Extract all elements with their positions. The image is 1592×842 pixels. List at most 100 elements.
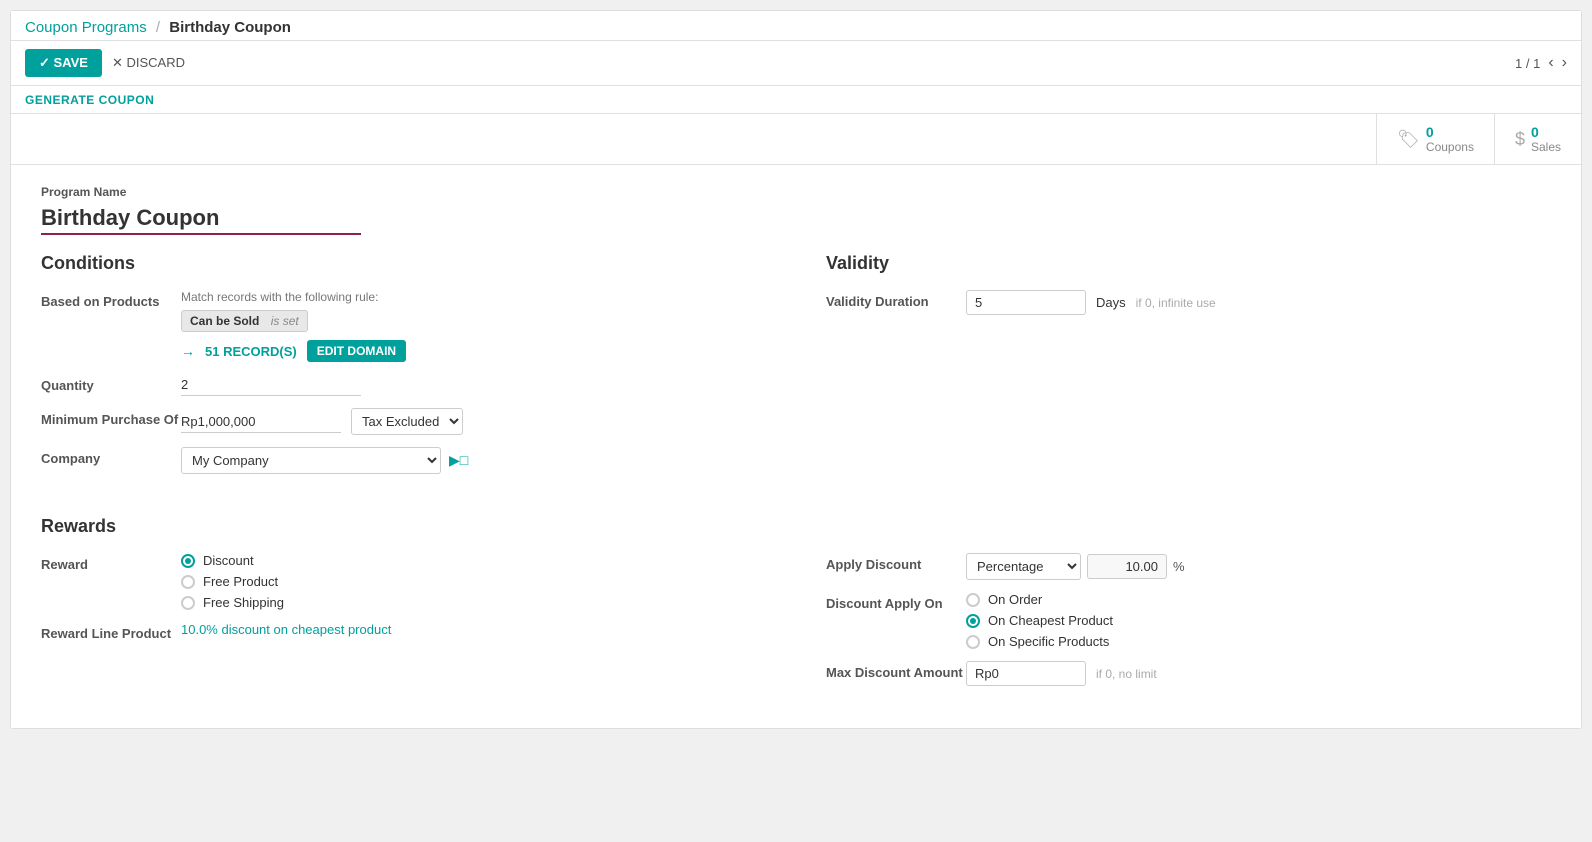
conditions-validity-layout: Conditions Based on Products Match recor… [41,253,1551,486]
sales-count: 0 [1531,124,1561,140]
discount-label-on-order: On Order [988,592,1042,607]
apply-discount-label: Apply Discount [826,553,966,572]
apply-discount-inputs: Percentage Fixed Amount % [966,553,1551,580]
validity-unit: Days [1096,295,1126,310]
action-bar-left: SAVE DISCARD [25,49,185,77]
discount-on-order[interactable]: On Order [966,592,1551,607]
rewards-right: Apply Discount Percentage Fixed Amount % [826,553,1551,698]
stat-coupons[interactable]: 🏷 0 Coupons [1376,114,1494,164]
program-name-input[interactable] [41,203,361,235]
validity-duration-value: Days if 0, infinite use [966,290,1551,315]
breadcrumb-current: Birthday Coupon [169,19,291,36]
validity-duration-input[interactable] [966,290,1086,315]
reward-line-link[interactable]: 10.0% discount on cheapest product [181,622,391,637]
discount-apply-on-label: Discount Apply On [826,592,966,611]
domain-tag-val: is set [271,314,299,328]
save-button[interactable]: SAVE [25,49,102,77]
discount-apply-on-options: On Order On Cheapest Product On Specific… [966,592,1551,649]
edit-domain-button[interactable]: EDIT DOMAIN [307,340,406,362]
discount-value-input[interactable] [1087,554,1167,579]
coupons-icon: 🏷 [1397,129,1420,150]
based-on-products-label: Based on Products [41,290,181,309]
next-button[interactable]: › [1562,54,1567,72]
max-discount-row: Max Discount Amount if 0, no limit [826,661,1551,686]
validity-duration-row: Validity Duration Days if 0, infinite us… [826,290,1551,315]
validity-inputs: Days if 0, infinite use [966,290,1551,315]
reward-radio-free-product[interactable] [181,575,195,589]
rewards-title: Rewards [41,516,1551,537]
reward-radio-discount[interactable] [181,554,195,568]
reward-label-free-shipping: Free Shipping [203,595,284,610]
min-purchase-inputs: Tax Excluded Tax Included [181,408,766,435]
discount-on-radio-group: On Order On Cheapest Product On Specific… [966,592,1551,649]
apply-discount-value-container: Percentage Fixed Amount % [966,553,1551,580]
company-select[interactable]: My Company [181,447,441,474]
min-purchase-value-container: Tax Excluded Tax Included [181,408,766,435]
apply-discount-type-select[interactable]: Percentage Fixed Amount [966,553,1081,580]
coupons-label: Coupons [1426,140,1474,154]
reward-label-discount: Discount [203,553,254,568]
main-card: Coupon Programs / Birthday Coupon SAVE D… [10,10,1582,729]
coupons-count: 0 [1426,124,1474,140]
breadcrumb: Coupon Programs / Birthday Coupon [25,19,291,36]
reward-option-free-shipping[interactable]: Free Shipping [181,595,766,610]
quantity-row: Quantity [41,374,766,396]
records-arrow-icon: → [181,343,195,359]
prev-button[interactable]: ‹ [1548,54,1553,72]
program-name-group: Program Name [41,185,1551,235]
discount-radio-specific[interactable] [966,635,980,649]
max-discount-input[interactable] [966,661,1086,686]
apply-discount-row: Apply Discount Percentage Fixed Amount % [826,553,1551,580]
form-body: Program Name Conditions Based on Product… [11,165,1581,728]
pagination-text: 1 / 1 [1515,56,1540,71]
rewards-layout: Reward Discount Free Product [41,553,1551,698]
reward-options-container: Discount Free Product Free Shipping [181,553,766,610]
breadcrumb-parent[interactable]: Coupon Programs [25,19,147,36]
validity-hint: if 0, infinite use [1136,296,1216,310]
discount-radio-cheapest[interactable] [966,614,980,628]
company-input-row: My Company ▶□ [181,447,766,474]
discount-label-cheapest: On Cheapest Product [988,613,1113,628]
quantity-input[interactable] [181,374,361,396]
min-purchase-row: Minimum Purchase Of Tax Excluded Tax Inc… [41,408,766,435]
company-label: Company [41,447,181,466]
generate-coupon-link[interactable]: GENERATE COUPON [25,93,154,107]
reward-label: Reward [41,553,181,572]
discount-on-cheapest[interactable]: On Cheapest Product [966,613,1551,628]
based-on-products-row: Based on Products Match records with the… [41,290,766,362]
sales-label: Sales [1531,140,1561,154]
program-name-label: Program Name [41,185,1551,199]
generate-coupon-bar: GENERATE COUPON [11,86,1581,114]
domain-tag-op [263,314,266,328]
discount-radio-on-order[interactable] [966,593,980,607]
reward-radio-free-shipping[interactable] [181,596,195,610]
max-discount-value-container: if 0, no limit [966,661,1551,686]
max-discount-inputs: if 0, no limit [966,661,1551,686]
records-count-link[interactable]: 51 RECORD(S) [205,344,297,359]
reward-label-free-product: Free Product [203,574,278,589]
discard-button[interactable]: DISCARD [112,55,185,71]
pagination-nav: 1 / 1 ‹ › [1515,54,1567,72]
company-external-link-icon[interactable]: ▶□ [449,452,468,469]
quantity-value-container [181,374,766,396]
domain-tag[interactable]: Can be Sold is set [181,310,308,332]
breadcrumb-separator: / [156,19,160,36]
min-purchase-input[interactable] [181,411,341,433]
conditions-title: Conditions [41,253,766,274]
quantity-label: Quantity [41,374,181,393]
validity-title: Validity [826,253,1551,274]
company-value-container: My Company ▶□ [181,447,766,474]
tax-select[interactable]: Tax Excluded Tax Included [351,408,463,435]
reward-option-discount[interactable]: Discount [181,553,766,568]
discount-apply-on-row: Discount Apply On On Order On [826,592,1551,649]
reward-option-free-product[interactable]: Free Product [181,574,766,589]
discount-on-specific[interactable]: On Specific Products [966,634,1551,649]
rewards-left: Reward Discount Free Product [41,553,766,698]
reward-line-label: Reward Line Product [41,622,181,641]
reward-radio-group: Discount Free Product Free Shipping [181,553,766,610]
sales-icon: $ [1515,129,1525,150]
stat-sales[interactable]: $ 0 Sales [1494,114,1581,164]
discount-label-specific: On Specific Products [988,634,1109,649]
reward-line-row: Reward Line Product 10.0% discount on ch… [41,622,766,641]
validity-section: Validity Validity Duration Days if 0, in… [826,253,1551,486]
